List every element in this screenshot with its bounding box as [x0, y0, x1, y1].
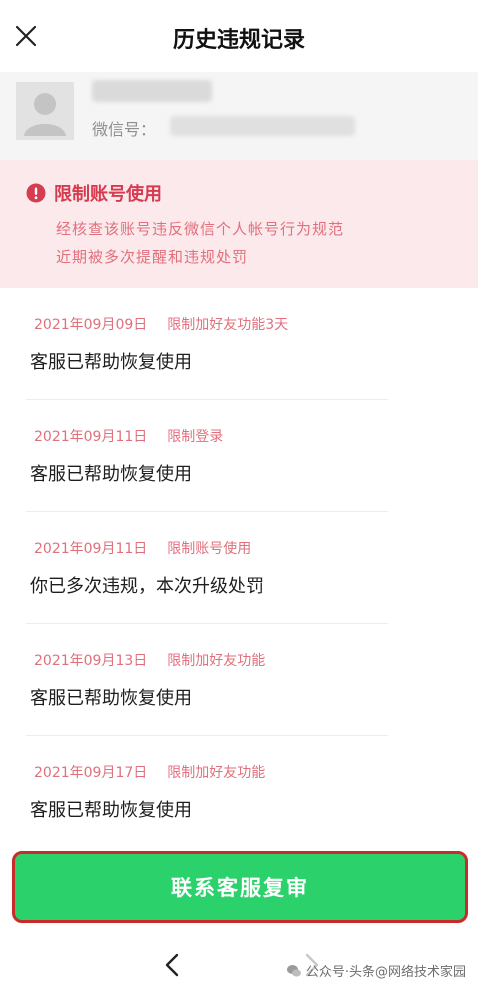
record-meta: 2021年09月09日 限制加好友功能3天 [34, 314, 288, 334]
header: 历史违规记录 [0, 0, 478, 72]
avatar [16, 82, 74, 140]
nickname-redacted [92, 80, 212, 102]
record-description: 客服已帮助恢复使用 [30, 688, 192, 709]
record-reason: 限制加好友功能 [167, 765, 266, 781]
wechat-id-label: 微信号： [92, 120, 157, 139]
record-reason: 限制加好友功能 [167, 653, 266, 669]
record-item: 2021年09月09日 限制加好友功能3天 客服已帮助恢复使用 [0, 288, 478, 400]
record-meta: 2021年09月17日 限制加好友功能 [34, 762, 265, 782]
record-item: 2021年09月17日 限制加好友功能 客服已帮助恢复使用 [0, 736, 478, 848]
alert-description-line-1: 经核查该账号违反微信个人帐号行为规范 [56, 220, 345, 238]
record-date: 2021年09月11日 [34, 429, 148, 445]
user-card: 微信号： [0, 72, 478, 160]
chevron-left-icon[interactable] [158, 950, 188, 980]
bottom-navigation: 公众号·头条@网络技术家园 [0, 930, 478, 992]
record-item: 2021年09月11日 限制登录 客服已帮助恢复使用 [0, 400, 478, 512]
record-description: 客服已帮助恢复使用 [30, 800, 192, 821]
record-item: 2021年09月13日 限制加好友功能 客服已帮助恢复使用 [0, 624, 478, 736]
record-date: 2021年09月09日 [34, 317, 148, 333]
record-date: 2021年09月17日 [34, 765, 148, 781]
wechat-id-redacted [170, 116, 355, 136]
phone-screen: 历史违规记录 微信号： 限制账号使用 经核查该账号违反微信个人帐号行为规范 近期… [0, 0, 478, 992]
wechat-logo-icon [286, 964, 301, 977]
record-reason: 限制账号使用 [167, 541, 252, 557]
alert-description-line-2: 近期被多次提醒和违规处罚 [56, 248, 249, 266]
contact-support-review-button[interactable]: 联系客服复审 [12, 851, 468, 923]
restriction-alert: 限制账号使用 经核查该账号违反微信个人帐号行为规范 近期被多次提醒和违规处罚 [0, 160, 478, 288]
record-reason: 限制加好友功能3天 [167, 317, 289, 333]
watermark-text: 公众号·头条@网络技术家园 [305, 965, 466, 980]
record-meta: 2021年09月11日 限制登录 [34, 426, 223, 446]
record-date: 2021年09月13日 [34, 653, 148, 669]
record-reason: 限制登录 [167, 429, 224, 445]
record-description: 客服已帮助恢复使用 [30, 352, 192, 373]
user-silhouette-icon [16, 82, 74, 140]
watermark: 公众号·头条@网络技术家园 [286, 961, 466, 980]
record-description: 客服已帮助恢复使用 [30, 464, 192, 485]
exclamation-circle-icon [26, 183, 46, 203]
record-meta: 2021年09月11日 限制账号使用 [34, 538, 251, 558]
alert-title-row: 限制账号使用 [26, 180, 162, 206]
record-meta: 2021年09月13日 限制加好友功能 [34, 650, 265, 670]
record-item: 2021年09月11日 限制账号使用 你已多次违规，本次升级处罚 [0, 512, 478, 624]
record-date: 2021年09月11日 [34, 541, 148, 557]
record-description: 你已多次违规，本次升级处罚 [30, 576, 264, 597]
page-title: 历史违规记录 [172, 28, 305, 53]
alert-title: 限制账号使用 [54, 184, 162, 205]
